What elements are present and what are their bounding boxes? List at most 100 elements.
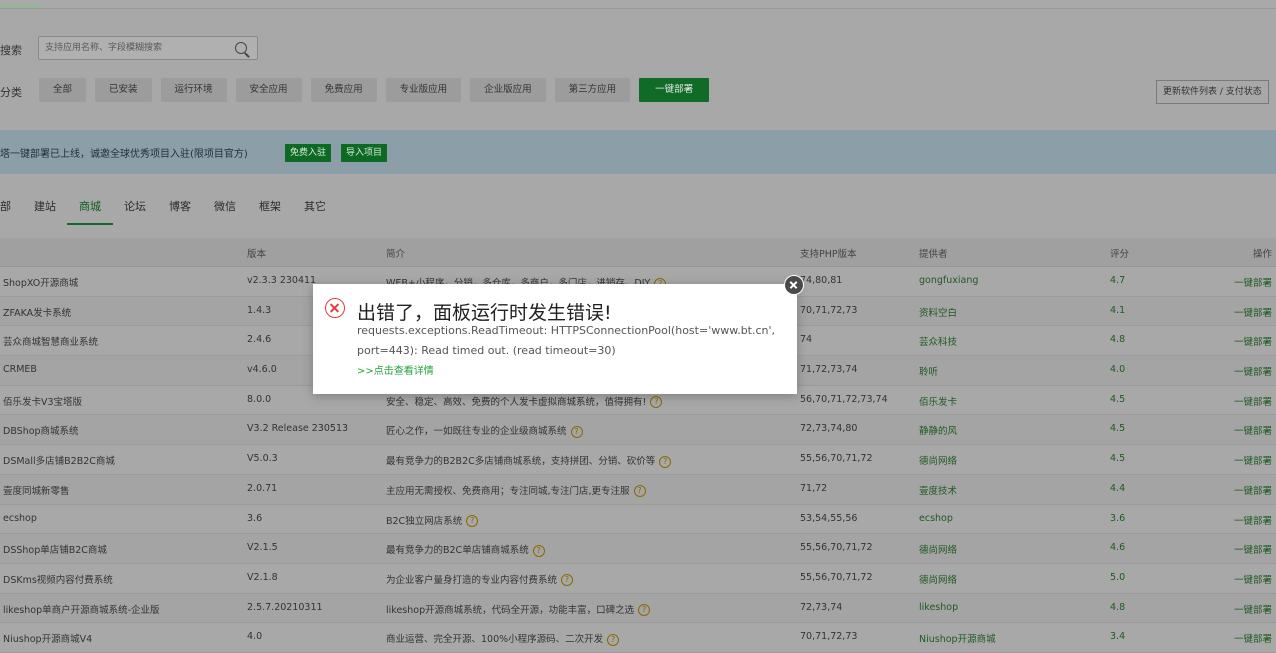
cell-action[interactable]: 一键部署 [1234, 305, 1272, 319]
help-icon[interactable]: ? [633, 485, 646, 498]
cell-text: DSMall多店铺B2B2C商城 [3, 456, 115, 468]
category-label: 分类 [0, 86, 22, 99]
tab-item[interactable]: 框架 [259, 198, 281, 214]
cell-version: 2.5.7.20210311 [247, 602, 323, 613]
cell-text: 主应用无需授权、免费商用；专注同城,专注门店,更专注服 [386, 485, 630, 497]
cell-name: 壹度同城新零售 [3, 483, 70, 497]
cell-score: 4.8 [1110, 602, 1125, 613]
cell-action[interactable]: 一键部署 [1234, 631, 1272, 645]
tab-item[interactable]: 微信 [214, 198, 236, 214]
cell-action[interactable]: 一键部署 [1234, 602, 1272, 616]
import-project-button[interactable]: 导入项目 [341, 144, 388, 162]
cell-desc: likeshop开源商城系统，代码全开源，功能丰富，口碑之选? [386, 602, 651, 617]
cell-text: 4.5 [1110, 423, 1126, 435]
cell-action[interactable]: 一键部署 [1234, 513, 1272, 527]
cell-action[interactable]: 一键部署 [1234, 542, 1272, 556]
table-row: DBShop商城系统 V3.2 Release 230513 匠心之作，一如既往专业… [0, 415, 1276, 446]
cell-provider[interactable]: 静静的风 [919, 423, 957, 437]
cell-version: 8.0.0 [247, 394, 271, 405]
table-row: DSShop单店铺B2C商城 V2.1.5 最有竞争力的B2C单店铺商城系统? 55,… [0, 534, 1276, 564]
help-icon[interactable]: ? [638, 604, 651, 617]
cell-text: 72,73,74,80 [800, 423, 858, 435]
help-icon[interactable]: ? [561, 574, 574, 587]
search-label: 搜索 [0, 44, 22, 57]
header-version: 版本 [247, 249, 267, 260]
category-button[interactable]: 已安装 [95, 78, 152, 102]
header-desc: 简介 [386, 249, 406, 260]
free-apply-button[interactable]: 免费入驻 [285, 144, 332, 162]
cell-text: 佰乐发卡 [919, 396, 958, 408]
tab-item[interactable]: 其它 [304, 198, 326, 214]
category-button[interactable]: 安全应用 [235, 78, 302, 102]
cell-provider[interactable]: Niushop开源商城 [919, 631, 996, 645]
help-icon[interactable]: ? [659, 455, 672, 468]
cell-provider[interactable]: 聆听 [919, 364, 938, 378]
search-icon[interactable] [235, 42, 247, 54]
cell-action[interactable]: 一键部署 [1234, 334, 1272, 348]
search-input[interactable] [45, 41, 225, 55]
tab-item[interactable]: 部 [0, 198, 11, 214]
cell-text: 壹度同城新零售 [3, 485, 70, 497]
cell-provider[interactable]: 芸众科技 [919, 334, 957, 348]
cell-php: 53,54,55,56 [800, 513, 857, 524]
help-icon[interactable]: ? [466, 515, 479, 527]
header-action: 操作 [1252, 249, 1272, 260]
cell-provider[interactable]: 佰乐发卡 [919, 394, 957, 408]
cell-provider[interactable]: 德尚网络 [919, 453, 957, 467]
cell-provider[interactable]: 德尚网络 [919, 572, 957, 586]
cell-text: V5.0.3 [247, 453, 278, 465]
update-software-list-button[interactable]: 更新软件列表 / 支付状态 [1156, 80, 1269, 104]
cell-provider[interactable]: 壹度技术 [919, 483, 957, 497]
cell-php: 71,72 [800, 483, 827, 494]
cell-text: 一键部署 [1233, 307, 1272, 319]
cell-text: V2.1.8 [247, 571, 278, 583]
cell-score: 4.5 [1110, 453, 1125, 464]
cell-provider[interactable]: likeshop [919, 602, 958, 613]
cell-provider[interactable]: ecshop [919, 513, 953, 524]
cell-text: 一键部署 [1233, 545, 1272, 557]
category-button[interactable]: 运行环境 [160, 78, 227, 102]
cell-text: 4.4 [1110, 482, 1126, 494]
category-button[interactable]: 免费应用 [310, 78, 377, 102]
category-button[interactable]: 全部 [39, 78, 87, 102]
cell-text: 4.8 [1110, 601, 1126, 613]
help-icon[interactable]: ? [570, 425, 583, 438]
cell-action[interactable]: 一键部署 [1234, 364, 1272, 378]
cell-action[interactable]: 一键部署 [1234, 394, 1272, 408]
category-button[interactable]: 专业版应用 [385, 78, 462, 102]
cell-php: 72,73,74 [800, 602, 842, 613]
tab-item[interactable]: 商城 [67, 198, 113, 225]
cell-action[interactable]: 一键部署 [1234, 572, 1272, 586]
table-header: 版本 简介 支持PHP版本 提供者 评分 操作 [0, 238, 1276, 267]
cell-php: 55,56,70,71,72 [800, 453, 873, 464]
cell-provider[interactable]: 资料空白 [919, 305, 957, 319]
cell-text: 4.1 [1110, 304, 1126, 316]
category-button[interactable]: 企业版应用 [470, 78, 546, 102]
category-button[interactable]: 一键部署 [639, 78, 710, 102]
cell-text: DBShop商城系统 [3, 426, 79, 438]
table-row: Niushop开源商城V4 4.0 商业运营、完全开源、100%小程序源码、二次开发… [0, 623, 1276, 653]
cell-php: 74,80,81 [800, 275, 842, 286]
cell-action[interactable]: 一键部署 [1234, 483, 1272, 497]
cell-action[interactable]: 一键部署 [1234, 453, 1272, 467]
cell-version: V3.2 Release 230513 [247, 423, 348, 434]
cell-text: 2.0.71 [247, 482, 278, 494]
table-row: DSMall多店铺B2B2C商城 V5.0.3 最有竞争力的B2B2C多店铺商城系统… [0, 445, 1276, 475]
cell-provider[interactable]: 德尚网络 [919, 542, 957, 556]
cell-action[interactable]: 一键部署 [1234, 423, 1272, 437]
cell-text: 72,73,74 [800, 601, 843, 613]
cell-text: 德尚网络 [919, 574, 958, 586]
help-icon[interactable]: ? [532, 544, 545, 557]
cell-action[interactable]: 一键部署 [1234, 275, 1272, 289]
tab-item[interactable]: 论坛 [124, 198, 146, 214]
cell-text: 4.8 [1110, 334, 1126, 346]
search-box[interactable] [38, 36, 258, 60]
close-icon[interactable] [784, 275, 804, 295]
help-icon[interactable]: ? [650, 396, 663, 409]
tab-item[interactable]: 博客 [169, 198, 191, 214]
cell-provider[interactable]: gongfuxiang [919, 275, 978, 286]
cell-text: CRMEB [3, 364, 37, 376]
view-details-link[interactable]: >>点击查看详情 [357, 362, 434, 377]
category-button[interactable]: 第三方应用 [554, 78, 631, 102]
tab-item[interactable]: 建站 [34, 198, 56, 214]
